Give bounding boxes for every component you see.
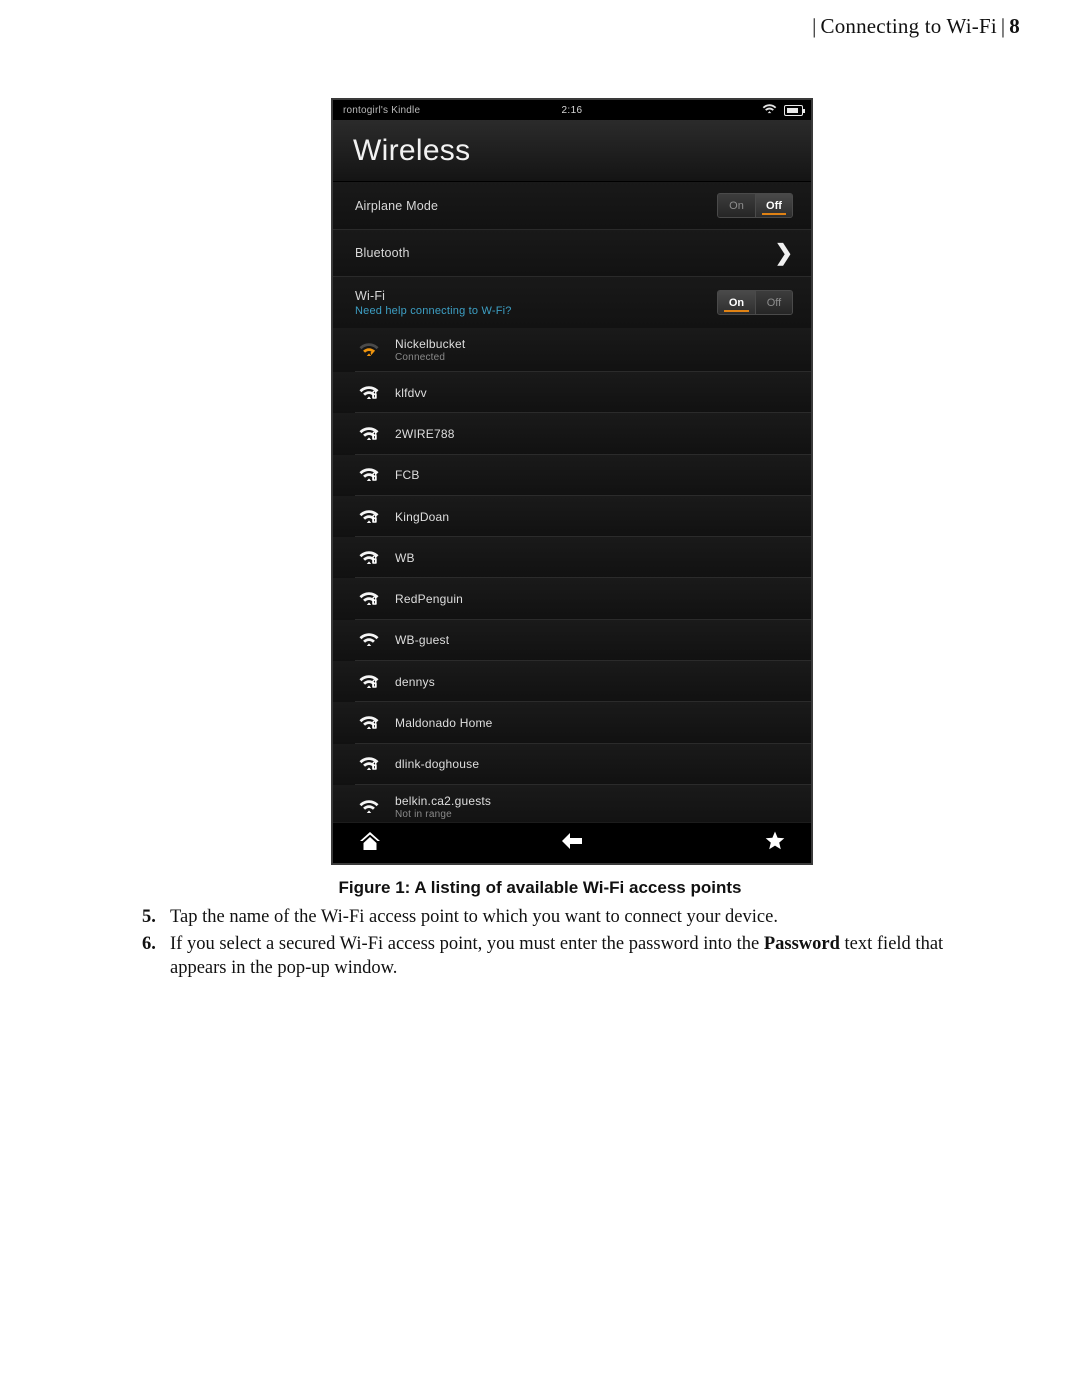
status-bar: rontogirl's Kindle 2:16 [333, 100, 811, 120]
running-head-bar-right: | [1000, 14, 1006, 38]
settings-row-wifi[interactable]: Wi-Fi Need help connecting to W-Fi? On O… [333, 276, 811, 328]
wifi-network-row[interactable]: FCB [333, 454, 811, 497]
wifi-network-name: 2WIRE788 [395, 426, 455, 441]
step-number: 5. [142, 907, 156, 927]
wifi-secured-icon [357, 464, 383, 486]
airplane-mode-on-option[interactable]: On [718, 194, 755, 217]
figure-caption: Figure 1: A listing of available Wi-Fi a… [338, 878, 742, 897]
wifi-network-row[interactable]: dlink-doghouse [333, 743, 811, 786]
step-text-emphasis: Password [763, 933, 840, 954]
wifi-network-labels: Nickelbucket Connected [395, 337, 465, 363]
wifi-help-link[interactable]: Need help connecting to W-Fi? [355, 305, 512, 317]
wifi-network-labels: FCB [395, 468, 420, 482]
device-owner-label: rontogirl's Kindle [343, 104, 421, 116]
wifi-secured-icon [357, 547, 383, 569]
favorites-button[interactable] [643, 831, 811, 855]
step-text: Tap the name of the Wi-Fi access point t… [170, 907, 778, 927]
wifi-network-labels: 2WIRE788 [395, 427, 455, 441]
wifi-network-row[interactable]: klfdvv [333, 372, 811, 414]
wifi-off-option[interactable]: Off [755, 291, 792, 314]
step-text: If you select a secured Wi-Fi access poi… [170, 933, 944, 979]
wifi-network-name: dennys [395, 674, 435, 689]
wifi-secured-icon [357, 506, 383, 528]
airplane-mode-toggle[interactable]: On Off [717, 193, 793, 218]
wifi-network-labels: belkin.ca2.guests Not in range [395, 794, 491, 820]
wifi-network-name: WB-guest [395, 633, 450, 648]
wifi-network-list: Nickelbucket Connected klfdvv 2WIRE788 FCB Ki… [333, 328, 811, 829]
wifi-secured-icon [357, 588, 383, 610]
wifi-open-icon [357, 796, 383, 818]
settings-row-airplane-mode[interactable]: Airplane Mode On Off [333, 182, 811, 229]
wifi-network-name: belkin.ca2.guests [395, 793, 492, 808]
wifi-connected-icon [357, 339, 383, 361]
wifi-network-labels: dennys [395, 675, 435, 689]
wifi-network-labels: RedPenguin [395, 592, 463, 606]
wifi-network-name: Nickelbucket [395, 337, 466, 351]
wifi-label: Wi-Fi [355, 288, 386, 303]
wifi-network-name: RedPenguin [395, 592, 464, 607]
airplane-mode-label: Airplane Mode [355, 198, 439, 213]
wifi-secured-icon [357, 712, 383, 734]
wifi-network-row[interactable]: WB-guest [333, 619, 811, 662]
battery-icon [784, 104, 805, 116]
wifi-network-name: WB [395, 550, 415, 565]
back-arrow-icon [561, 832, 583, 855]
wifi-secured-icon [357, 423, 383, 445]
wifi-network-status: Not in range [395, 808, 452, 820]
wifi-on-option[interactable]: On [718, 291, 755, 314]
page-number: 8 [1009, 14, 1020, 38]
wifi-network-row[interactable]: RedPenguin [333, 578, 811, 621]
wifi-network-name: FCB [395, 468, 420, 483]
wifi-network-labels: WB [395, 551, 415, 565]
settings-row-bluetooth[interactable]: Bluetooth ❯ [333, 229, 811, 276]
wifi-icon [762, 101, 777, 119]
running-head: | Connecting to Wi-Fi | 8 [808, 14, 1020, 39]
wifi-network-labels: KingDoan [395, 510, 449, 524]
wifi-open-icon [357, 629, 383, 651]
wifi-network-row[interactable]: WB [333, 537, 811, 579]
back-button[interactable] [501, 832, 643, 855]
wifi-network-name: dlink-doghouse [395, 757, 480, 772]
star-icon [765, 831, 785, 855]
running-head-title: Connecting to Wi-Fi [820, 14, 997, 38]
home-button[interactable] [333, 831, 501, 856]
wifi-secured-icon [357, 671, 383, 693]
page-title: Wireless [353, 133, 471, 167]
wifi-secured-icon [357, 753, 383, 775]
screen-title-bar: Wireless [333, 120, 811, 182]
bluetooth-label: Bluetooth [355, 246, 410, 260]
wifi-network-labels: dlink-doghouse [395, 757, 479, 771]
instruction-step: 6. If you select a secured Wi-Fi access p… [142, 932, 972, 981]
wifi-network-labels: WB-guest [395, 633, 449, 647]
wifi-network-row[interactable]: Nickelbucket Connected [333, 328, 811, 372]
chevron-right-icon[interactable]: ❯ [775, 242, 793, 264]
bottom-nav-bar [333, 822, 811, 863]
kindle-device-screenshot: rontogirl's Kindle 2:16 Wireless Airplan… [331, 98, 813, 865]
home-icon [359, 831, 381, 856]
status-icon-group [762, 101, 805, 119]
step-number: 6. [142, 933, 156, 954]
settings-section: Airplane Mode On Off Bluetooth ❯ Wi-Fi N… [333, 182, 811, 328]
wifi-secured-icon [357, 382, 383, 404]
wifi-network-status: Connected [395, 352, 446, 363]
wifi-network-name: KingDoan [395, 509, 450, 524]
instruction-step: 5. Tap the name of the Wi-Fi access point… [142, 905, 972, 930]
wifi-network-name: klfdvv [395, 385, 427, 400]
airplane-mode-off-option[interactable]: Off [755, 194, 792, 217]
instruction-steps: 5. Tap the name of the Wi-Fi access point… [142, 905, 972, 983]
wifi-network-row[interactable]: Maldonado Home [333, 702, 811, 744]
wifi-network-labels: klfdvv [395, 386, 427, 400]
running-head-bar-left: | [812, 14, 817, 38]
wifi-network-name: Maldonado Home [395, 716, 493, 731]
wifi-network-row[interactable]: dennys [333, 661, 811, 703]
wifi-network-row[interactable]: 2WIRE788 [333, 413, 811, 455]
wifi-toggle[interactable]: On Off [717, 290, 793, 315]
wifi-network-row[interactable]: KingDoan [333, 495, 811, 538]
wifi-network-labels: Maldonado Home [395, 716, 493, 730]
